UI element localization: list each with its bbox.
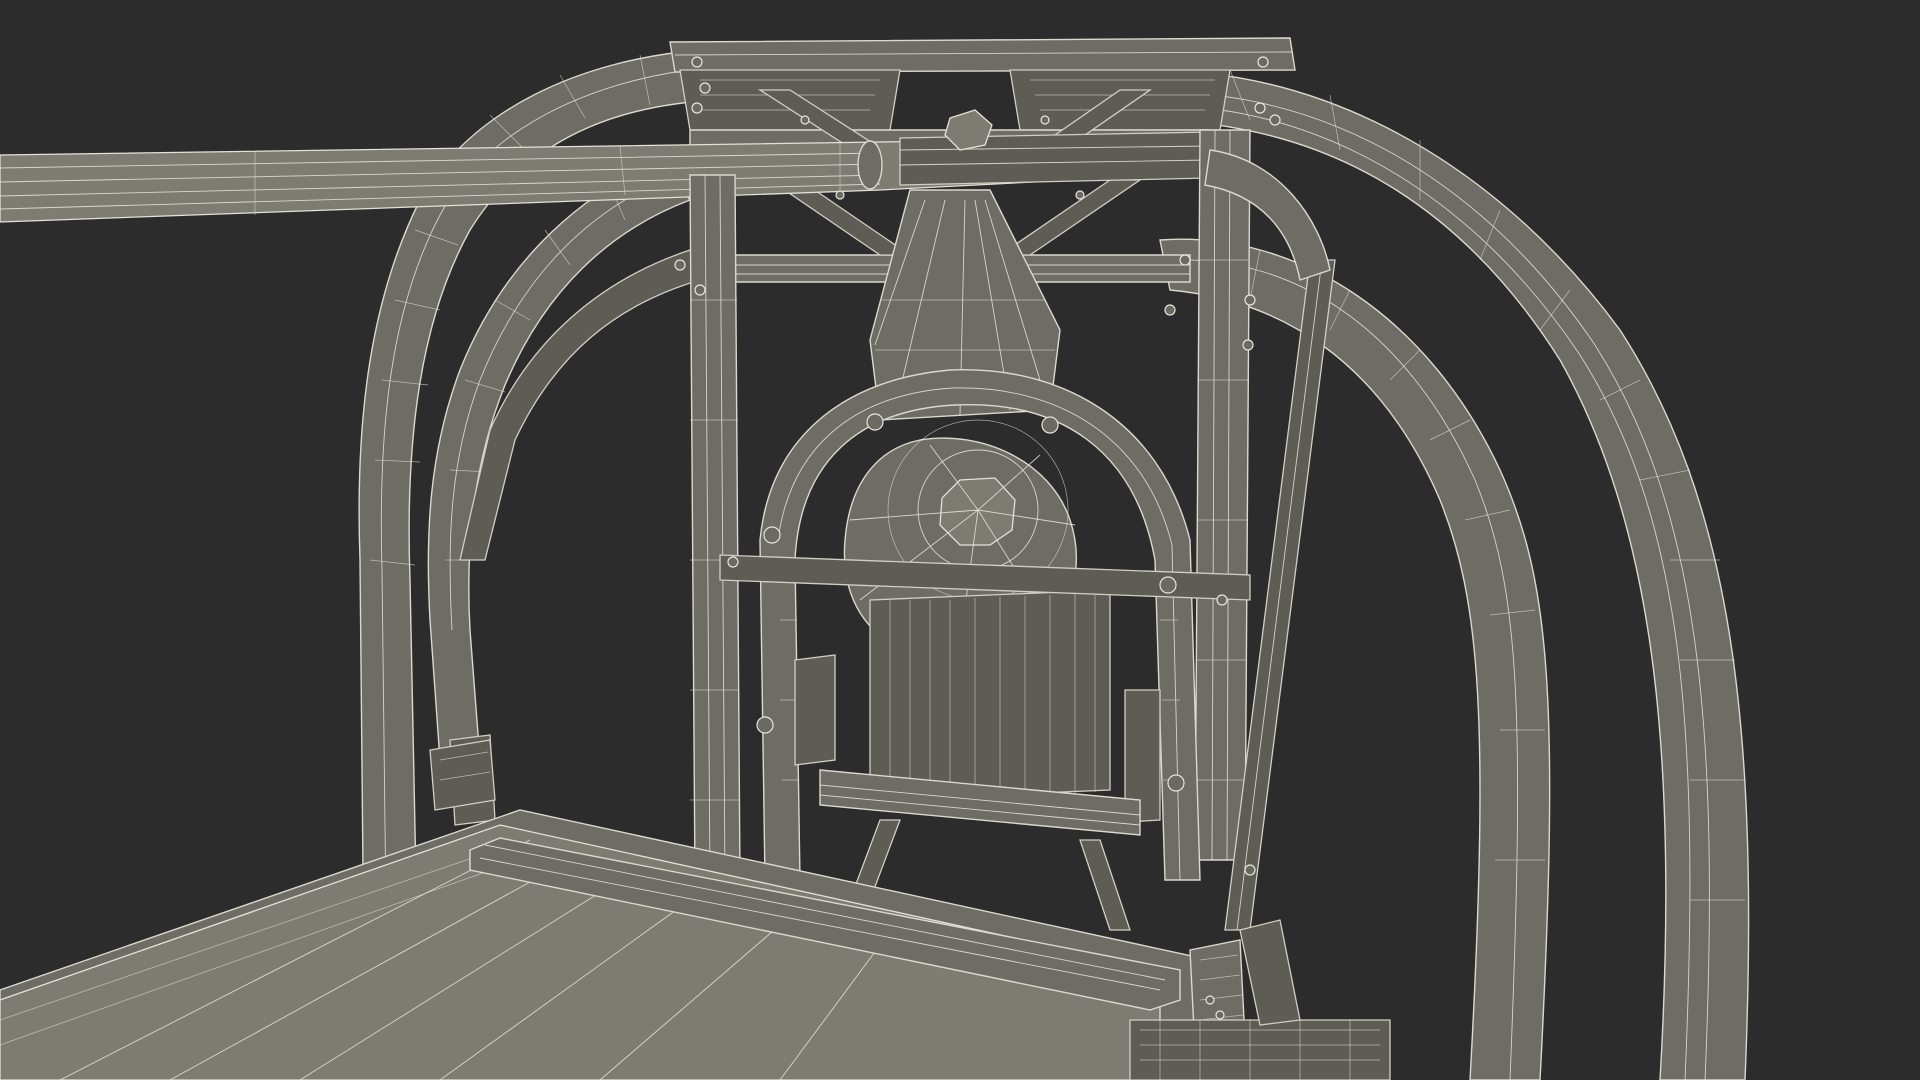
wireframe-render-viewport <box>0 0 1920 1080</box>
platen-block <box>869 589 1111 801</box>
left-bed-bracket <box>429 739 496 811</box>
printing-press-wireframe <box>0 37 1750 1080</box>
right-vertical-post <box>1194 129 1251 861</box>
left-vertical-post <box>689 174 741 881</box>
inner-left-arch <box>427 159 692 761</box>
